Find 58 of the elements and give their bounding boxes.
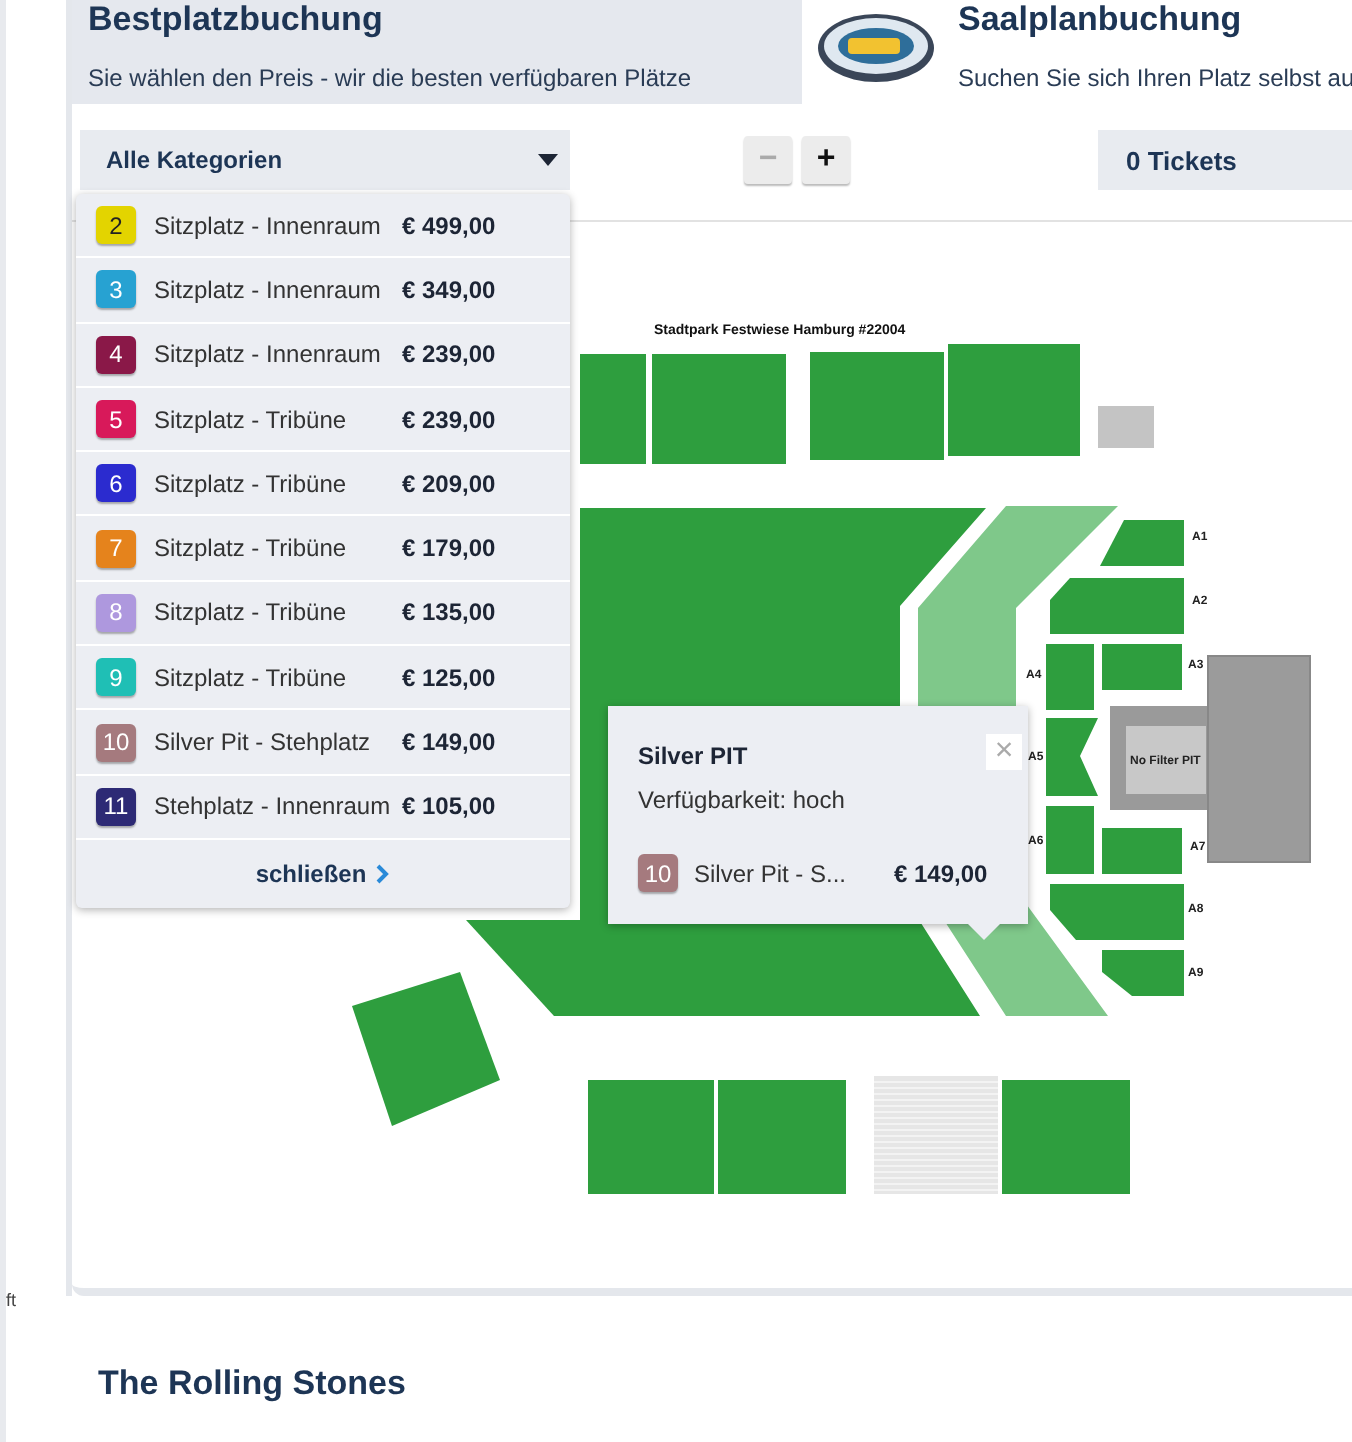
category-price: € 349,00 xyxy=(402,275,496,304)
category-badge: 4 xyxy=(96,335,136,374)
category-badge: 5 xyxy=(96,400,136,439)
event-title: The Rolling Stones xyxy=(98,1364,408,1404)
category-name: Silver Pit - S... xyxy=(694,859,849,887)
category-badge: 11 xyxy=(96,787,136,826)
category-name: Sitzplatz - Tribüne xyxy=(154,598,349,627)
category-badge: 8 xyxy=(96,593,136,632)
category-price: € 149,00 xyxy=(894,859,988,887)
category-badge: 10 xyxy=(638,854,678,892)
category-price: € 499,00 xyxy=(402,211,496,240)
category-option[interactable]: 9 Sitzplatz - Tribüne € 125,00 xyxy=(76,646,570,711)
category-price: € 135,00 xyxy=(402,598,496,627)
tab-title: Saalplanbuchung xyxy=(958,0,1244,40)
tab-subtitle: Sie wählen den Preis - wir die besten verfügbaren Plätze xyxy=(88,64,691,92)
category-dropdown[interactable]: Alle Kategorien xyxy=(80,130,570,190)
category-option[interactable]: 4 Sitzplatz - Innenraum € 239,00 xyxy=(76,323,570,388)
category-badge: 7 xyxy=(96,529,136,568)
booking-tab[interactable]: Bestplatzbuchung Sie wählen den Preis - wir die besten verfügbaren Plätze xyxy=(72,0,802,104)
category-badge: 3 xyxy=(96,270,136,309)
category-badge: 10 xyxy=(96,723,136,762)
category-name: Sitzplatz - Tribüne xyxy=(154,405,349,434)
category-name: Sitzplatz - Innenraum xyxy=(154,275,383,304)
chevron-right-icon xyxy=(376,863,391,884)
category-option[interactable]: 5 Sitzplatz - Tribüne € 239,00 xyxy=(76,387,570,453)
category-name: Stehplatz - Innenraum xyxy=(154,792,393,821)
category-option[interactable]: 8 Sitzplatz - Tribüne € 135,00 xyxy=(76,581,570,647)
close-link[interactable]: schließen xyxy=(255,859,391,888)
category-price: € 239,00 xyxy=(402,405,496,434)
popup-title: Silver PIT xyxy=(638,742,748,770)
category-name: Sitzplatz - Tribüne xyxy=(154,534,349,563)
zoom-in-button[interactable]: + xyxy=(802,136,850,184)
category-price: € 209,00 xyxy=(402,469,496,498)
tab-title: Bestplatzbuchung xyxy=(88,0,385,40)
category-name: Sitzplatz - Tribüne xyxy=(154,663,349,692)
category-price: € 149,00 xyxy=(402,728,496,757)
category-name: Sitzplatz - Innenraum xyxy=(154,211,383,240)
category-price: € 239,00 xyxy=(402,340,496,369)
tab-subtitle: Suchen Sie sich Ihren Platz selbst au xyxy=(958,64,1352,92)
category-option[interactable]: 10 Silver Pit - Stehplatz € 149,00 xyxy=(76,710,570,776)
category-option[interactable]: 2 Sitzplatz - Innenraum € 499,00 xyxy=(76,194,570,259)
category-price: € 179,00 xyxy=(402,534,496,563)
ticket-count: 0 Tickets xyxy=(1098,130,1352,190)
category-option[interactable]: 11 Stehplatz - Innenraum € 105,00 xyxy=(76,775,570,840)
availability-text: Verfügbarkeit: hoch xyxy=(638,786,847,814)
category-name: Silver Pit - Stehplatz xyxy=(154,728,373,757)
category-option[interactable]: 3 Sitzplatz - Innenraum € 349,00 xyxy=(76,258,570,324)
category-price: € 105,00 xyxy=(402,792,496,821)
category-name: Sitzplatz - Innenraum xyxy=(154,340,383,369)
category-option[interactable]: 6 Sitzplatz - Tribüne € 209,00 xyxy=(76,452,570,517)
category-badge: 9 xyxy=(96,658,136,697)
category-badge: 2 xyxy=(96,206,136,245)
sidebar-text: ft xyxy=(6,1290,19,1310)
category-badge: 6 xyxy=(96,464,136,503)
caret-icon xyxy=(538,154,558,166)
category-price: € 125,00 xyxy=(402,663,496,692)
category-name: Sitzplatz - Tribüne xyxy=(154,469,349,498)
category-option[interactable]: 7 Sitzplatz - Tribüne € 179,00 xyxy=(76,516,570,582)
